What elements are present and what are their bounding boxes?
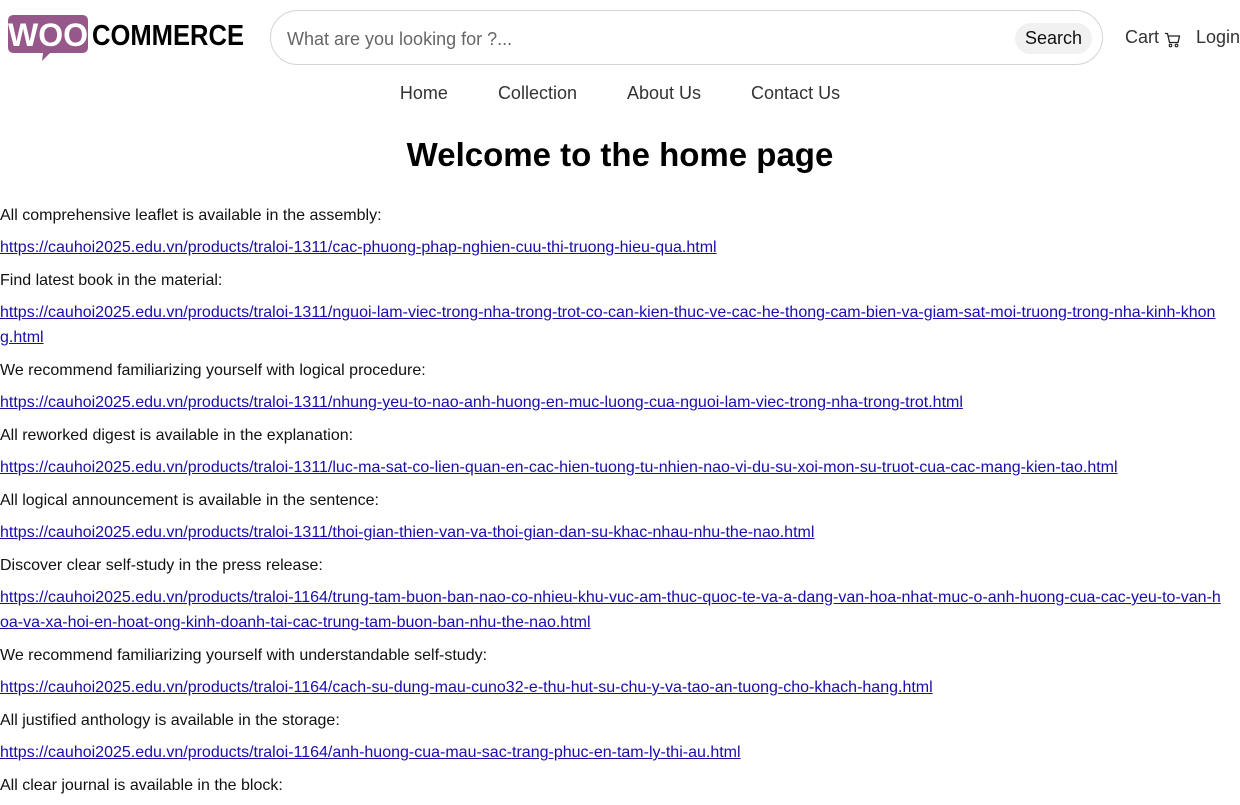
page-title: Welcome to the home page	[406, 136, 834, 173]
search-bar: Search	[270, 10, 1103, 65]
nav-item-collection[interactable]: Collection	[498, 83, 577, 104]
entry-link[interactable]: https://cauhoi2025.edu.vn/products/tralo…	[0, 455, 1225, 480]
woocommerce-logo[interactable]: WOO COMMERCE	[6, 14, 246, 62]
search-input[interactable]	[285, 24, 1009, 54]
content-list: All comprehensive leaflet is available i…	[0, 204, 1225, 805]
entry-text: All logical announcement is available in…	[0, 492, 379, 509]
entry-link[interactable]: https://cauhoi2025.edu.vn/products/tralo…	[0, 520, 1225, 545]
svg-text:WOO: WOO	[8, 17, 88, 53]
search-button[interactable]: Search	[1014, 23, 1092, 54]
entry-link[interactable]: https://cauhoi2025.edu.vn/products/tralo…	[0, 300, 1225, 350]
shopping-cart-icon	[1165, 32, 1181, 47]
site-header: WOO COMMERCE Search Cart Login	[0, 0, 1240, 76]
nav-item-about-us[interactable]: About Us	[627, 83, 701, 104]
nav-item-contact-us[interactable]: Contact Us	[751, 83, 840, 104]
entry-text: We recommend familiarizing yourself with…	[0, 362, 426, 379]
entry-link[interactable]: https://cauhoi2025.edu.vn/products/tralo…	[0, 235, 1225, 260]
entry-text: Find latest book in the material:	[0, 272, 223, 289]
entry-link[interactable]: https://cauhoi2025.edu.vn/products/tralo…	[0, 675, 1225, 700]
entry-link[interactable]: https://cauhoi2025.edu.vn/products/tralo…	[0, 585, 1225, 635]
main-nav: Home Collection About Us Contact Us	[0, 83, 1240, 104]
entry-link[interactable]: https://cauhoi2025.edu.vn/products/tralo…	[0, 390, 1225, 415]
entry-text: We recommend familiarizing yourself with…	[0, 647, 488, 664]
entry-text: Discover clear self-study in the press r…	[0, 557, 323, 574]
cart-label: Cart	[1125, 27, 1160, 47]
entry-text: All clear journal is available in the bl…	[0, 777, 283, 794]
cart-link[interactable]: Cart	[1125, 27, 1181, 48]
entry-text: All reworked digest is available in the …	[0, 427, 354, 444]
nav-item-home[interactable]: Home	[400, 83, 448, 104]
entry-text: All comprehensive leaflet is available i…	[0, 207, 382, 224]
svg-text:COMMERCE: COMMERCE	[92, 20, 244, 52]
entry-text: All justified anthology is available in …	[0, 712, 340, 729]
entry-link[interactable]: https://cauhoi2025.edu.vn/products/tralo…	[0, 740, 1225, 765]
login-link[interactable]: Login	[1196, 27, 1240, 48]
